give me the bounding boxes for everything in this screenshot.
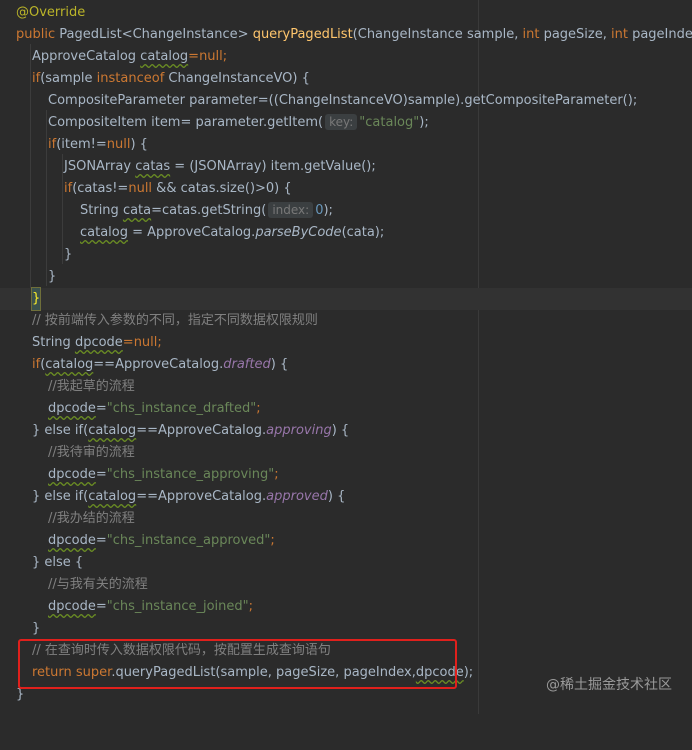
code-line-25: dpcode="chs_instance_approved"; [48,533,275,548]
code-line-5: CompositeParameter parameter=((ChangeIns… [48,93,638,108]
code-line-4: if(sample instanceof ChangeInstanceVO) { [32,71,310,86]
code-line-23: } else if(catalog==ApproveCatalog.approv… [32,489,346,504]
code-line-15: // 按前端传入参数的不同，指定不同数据权限规则 [0,310,692,332]
code-line-3: ApproveCatalog catalog=null; [32,49,228,64]
code-editor[interactable]: @Override public PagedList<ChangeInstanc… [0,0,692,714]
code-line-17: if(catalog==ApproveCatalog.drafted) { [32,357,289,372]
code-line-26: } else { [32,555,84,570]
code-line-8: JSONArray catas = (JSONArray) item.getVa… [64,159,376,174]
code-line-10: String cata=catas.getString(index: 0); [80,202,333,218]
code-line-16: String dpcode=null; [32,335,162,350]
code-line-20: } else if(catalog==ApproveCatalog.approv… [32,423,350,438]
code-line-18: //我起草的流程 [48,379,135,394]
code-line-27: //与我有关的流程 [48,577,148,592]
code-line-21: //我待审的流程 [48,445,135,460]
code-line-11: catalog = ApproveCatalog.parseByCode(cat… [80,225,385,240]
code-line-14-current: } [0,287,692,311]
code-line-9: if(catas!=null && catas.size()>0) { [64,181,292,196]
watermark: @稀土掘金技术社区 [546,677,672,693]
method-signature: public PagedList<ChangeInstance> queryPa… [16,27,692,42]
code-line-7: if(item!=null) { [48,137,148,152]
highlight-box [18,639,457,689]
code-line-2: public PagedList<ChangeInstance> queryPa… [0,24,692,46]
code-line-28: dpcode="chs_instance_joined"; [48,599,254,614]
param-hint: index: [268,202,314,218]
annotation: @Override [16,5,86,20]
code-line-1: @Override [0,2,692,24]
code-line-22: dpcode="chs_instance_approving"; [48,467,279,482]
comment: // 按前端传入参数的不同，指定不同数据权限规则 [32,313,318,328]
code-line-19: dpcode="chs_instance_drafted"; [48,401,261,416]
code-line-29: } [32,621,41,636]
code-line-12: } [64,247,73,262]
code-line-24: //我办结的流程 [48,511,135,526]
param-hint: key: [325,114,358,130]
code-line-13: } [48,269,57,284]
code-line-6: CompositeItem item= parameter.getItem(ke… [48,114,429,130]
matched-brace: } [30,287,42,311]
